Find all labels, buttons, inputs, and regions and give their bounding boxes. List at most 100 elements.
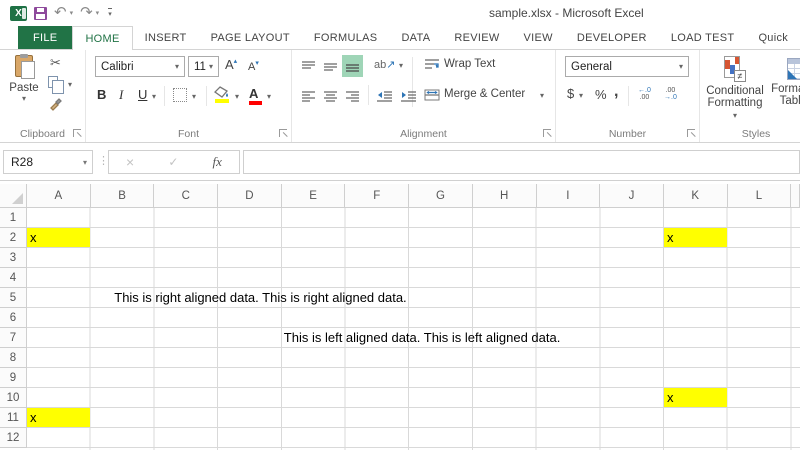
cut-icon[interactable]: ✂ [50,55,61,71]
tab-insert[interactable]: INSERT [133,26,199,49]
tab-data[interactable]: DATA [389,26,442,49]
underline-button[interactable]: U [138,87,147,102]
format-as-table-button[interactable]: Format as Table ▾ [766,54,800,107]
column-header-h[interactable]: H [473,184,537,208]
row-header-1[interactable]: 1 [0,208,27,228]
column-header-g[interactable]: G [409,184,473,208]
tab-page-layout[interactable]: PAGE LAYOUT [199,26,302,49]
merge-center-button[interactable]: Merge & Center [444,88,525,100]
align-right-button[interactable] [342,85,363,107]
tab-load-test[interactable]: LOAD TEST [659,26,747,49]
cell-row7-left-aligned-text[interactable]: This is left aligned data. This is left … [282,328,582,348]
shrink-font-button[interactable]: A▾ [248,59,259,73]
row-header-12[interactable]: 12 [0,428,27,448]
tab-review[interactable]: REVIEW [442,26,511,49]
borders-icon[interactable] [173,88,187,102]
row-header-9[interactable]: 9 [0,368,27,388]
conditional-formatting-button[interactable]: ≠ Conditional Formatting ▾ [704,54,766,121]
font-dialog-launcher-icon[interactable] [279,129,287,137]
orientation-dropdown-icon[interactable]: ▾ [399,61,403,70]
middle-align-button[interactable] [320,55,341,77]
bottom-align-button[interactable] [342,55,363,77]
fill-color-dropdown-icon[interactable]: ▾ [235,92,239,101]
comma-button[interactable]: , [614,83,618,101]
enter-icon[interactable]: ✓ [168,155,178,169]
formula-input[interactable] [243,150,800,174]
decrease-indent-button[interactable] [374,85,395,107]
tab-home[interactable]: HOME [72,26,132,50]
alignment-dialog-launcher-icon[interactable] [543,129,551,137]
cell-A2[interactable]: x [27,228,90,247]
tab-formulas[interactable]: FORMULAS [302,26,390,49]
row-header-10[interactable]: 10 [0,388,27,408]
orientation-button[interactable]: ab↗ [374,58,395,71]
column-header-j[interactable]: J [600,184,664,208]
tab-view[interactable]: VIEW [512,26,565,49]
column-header-i[interactable]: I [537,184,601,208]
save-icon[interactable] [34,7,47,20]
column-header-d[interactable]: D [218,184,282,208]
font-color-icon[interactable]: A [249,86,258,101]
bold-button[interactable]: B [97,87,106,102]
undo-dropdown-icon[interactable]: ▾ [70,9,74,17]
row-header-5[interactable]: 5 [0,288,27,308]
row-header-2[interactable]: 2 [0,228,27,248]
grow-font-button[interactable]: A▴ [225,57,237,72]
name-box-dropdown-icon[interactable]: ▾ [83,158,87,167]
row-header-6[interactable]: 6 [0,308,27,328]
copy-icon[interactable] [48,76,58,88]
align-center-button[interactable] [320,85,341,107]
format-painter-icon[interactable] [48,96,63,116]
font-family-select[interactable]: Calibri ▾ [95,56,185,77]
column-header-k[interactable]: K [664,184,728,208]
row-header-3[interactable]: 3 [0,248,27,268]
currency-button[interactable]: $ [567,86,574,101]
number-format-select[interactable]: General ▾ [565,56,689,77]
tab-quick[interactable]: Quick [746,26,800,49]
column-header-f[interactable]: F [345,184,409,208]
customize-qat-icon[interactable]: ▾ [108,8,112,18]
increase-decimal-button[interactable]: ←.0.00 [638,87,651,101]
row-header-4[interactable]: 4 [0,268,27,288]
row-header-8[interactable]: 8 [0,348,27,368]
column-header-c[interactable]: C [154,184,218,208]
redo-dropdown-icon[interactable]: ▾ [96,9,100,17]
undo-icon[interactable]: ↶ [54,6,67,20]
fill-color-icon[interactable] [214,86,231,104]
number-dialog-launcher-icon[interactable] [687,129,695,137]
row-header-11[interactable]: 11 [0,408,27,428]
font-color-dropdown-icon[interactable]: ▾ [267,92,271,101]
column-header-b[interactable]: B [91,184,155,208]
column-header-partial[interactable] [791,184,800,208]
cell-K2[interactable]: x [664,228,727,247]
insert-function-icon[interactable]: fx [213,154,222,170]
top-align-button[interactable] [298,55,319,77]
decrease-decimal-button[interactable]: .00→.0 [664,87,677,101]
tab-file[interactable]: FILE [18,26,72,49]
paste-dropdown-icon[interactable]: ▾ [6,94,42,103]
wrap-text-button[interactable]: Wrap Text [444,58,495,70]
column-header-l[interactable]: L [728,184,792,208]
tab-developer[interactable]: DEVELOPER [565,26,659,49]
cell-A11[interactable]: x [27,408,90,427]
borders-dropdown-icon[interactable]: ▾ [192,92,196,101]
currency-dropdown-icon[interactable]: ▾ [579,91,583,100]
cell-K10[interactable]: x [664,388,727,407]
italic-button[interactable]: I [119,87,123,103]
name-box[interactable]: R28 ▾ [3,150,93,174]
cell-row5-right-aligned-text[interactable]: This is right aligned data. This is righ… [91,288,409,308]
align-left-button[interactable] [298,85,319,107]
percent-button[interactable]: % [595,87,607,102]
select-all-corner[interactable] [0,184,27,208]
copy-dropdown-icon[interactable]: ▾ [68,80,72,89]
redo-icon[interactable]: ↷ [80,6,93,20]
column-header-e[interactable]: E [282,184,346,208]
clipboard-dialog-launcher-icon[interactable] [73,129,81,137]
cancel-icon[interactable]: × [126,154,134,170]
row-header-7[interactable]: 7 [0,328,27,348]
column-header-a[interactable]: A [27,184,91,208]
font-size-select[interactable]: 11 ▾ [188,56,219,77]
paste-button[interactable]: Paste ▾ [6,55,42,121]
increase-indent-button[interactable] [398,85,419,107]
merge-center-dropdown-icon[interactable]: ▾ [540,91,544,100]
